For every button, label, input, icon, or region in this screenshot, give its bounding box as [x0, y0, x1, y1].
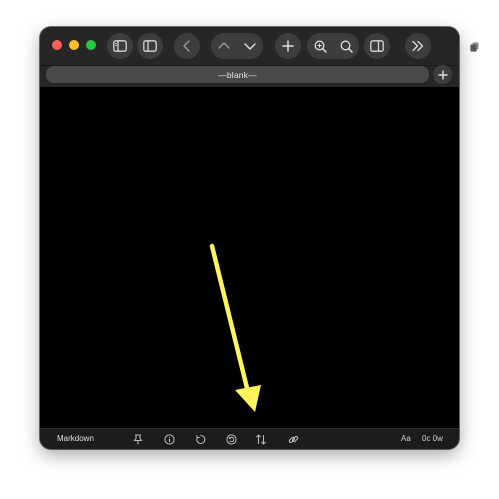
app-window: —blank— Markdown Aa 0c 0w [40, 27, 459, 449]
chevron-left-icon [183, 40, 190, 52]
toggle-panel-button[interactable] [137, 33, 163, 59]
zoom-in-icon [314, 40, 327, 53]
toggle-sidebar-button[interactable] [107, 33, 133, 59]
font-settings-button[interactable]: Aa [401, 434, 411, 443]
info-icon [163, 433, 175, 445]
revert-icon [225, 433, 237, 445]
split-view-icon [370, 40, 384, 52]
copy-icon [470, 42, 479, 52]
split-view-button[interactable] [364, 33, 390, 59]
panel-icon [143, 40, 157, 52]
sort-button[interactable] [255, 433, 267, 445]
sort-icon [255, 433, 267, 445]
undo-button[interactable] [194, 433, 206, 445]
info-button[interactable] [163, 433, 175, 445]
undo-icon [195, 434, 205, 444]
zoom-search-group [307, 33, 359, 59]
syntax-mode-button[interactable]: Markdown [57, 434, 94, 443]
next-button[interactable] [237, 33, 263, 59]
plus-icon [437, 69, 448, 80]
minimize-window-button[interactable] [69, 40, 79, 50]
back-button[interactable] [174, 33, 200, 59]
plus-icon [282, 40, 294, 52]
previous-button[interactable] [211, 33, 237, 59]
pin-button[interactable] [132, 433, 144, 445]
more-toolbar-items-button[interactable] [405, 33, 431, 59]
new-tab-button[interactable] [433, 65, 452, 84]
tab-blank[interactable]: —blank— [46, 66, 429, 83]
editor-area[interactable] [40, 87, 459, 428]
word-count: 0c 0w [422, 434, 443, 443]
close-window-button[interactable] [52, 40, 62, 50]
chevron-down-icon [244, 43, 256, 50]
revert-button[interactable] [225, 433, 237, 445]
link-icon [288, 435, 298, 443]
double-chevron-right-icon [412, 40, 424, 52]
sidebar-icon [113, 40, 127, 52]
search-button[interactable] [333, 33, 359, 59]
navigation-group [211, 33, 263, 59]
link-button[interactable] [287, 433, 299, 445]
zoom-window-button[interactable] [86, 40, 96, 50]
zoom-in-button[interactable] [307, 33, 333, 59]
new-note-button[interactable] [275, 33, 301, 59]
status-bar: Markdown Aa 0c 0w [40, 428, 459, 449]
toolbar [40, 27, 459, 65]
search-icon [340, 40, 353, 53]
chevron-up-icon [218, 42, 230, 49]
pin-icon [133, 434, 143, 444]
